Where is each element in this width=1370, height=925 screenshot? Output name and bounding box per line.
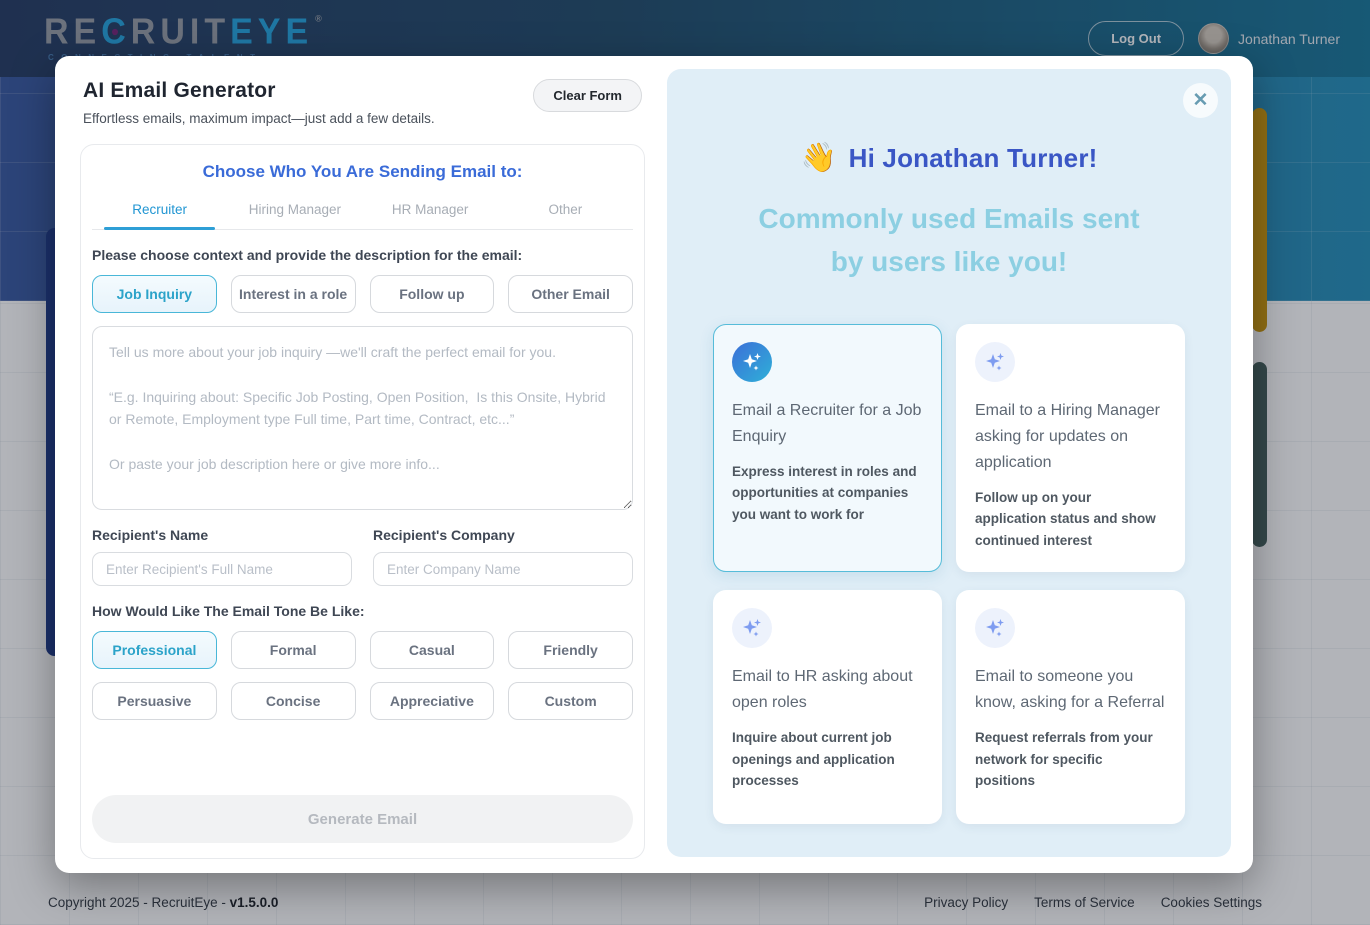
recipient-company-input[interactable] (373, 552, 633, 586)
tone-persuasive-button[interactable]: Persuasive (92, 682, 217, 720)
suggestion-title: Email to someone you know, asking for a … (975, 664, 1166, 716)
tone-custom-button[interactable]: Custom (508, 682, 633, 720)
suggestion-card-hr-open-roles[interactable]: Email to HR asking about open roles Inqu… (713, 590, 942, 824)
tone-options-row-1: Professional Formal Casual Friendly (92, 631, 633, 669)
ai-email-generator-modal: AI Email Generator Effortless emails, ma… (55, 56, 1253, 873)
recipient-fields: Recipient's Name Recipient's Company (92, 527, 633, 586)
suggestion-cards: Email a Recruiter for a Job Enquiry Expr… (713, 324, 1185, 825)
suggestion-description: Follow up on your application status and… (975, 487, 1166, 552)
recipient-name-label: Recipient's Name (92, 527, 352, 543)
tone-casual-button[interactable]: Casual (370, 631, 495, 669)
email-form-card: Choose Who You Are Sending Email to: Rec… (80, 144, 645, 859)
context-interest-in-role-button[interactable]: Interest in a role (231, 275, 356, 313)
tone-concise-button[interactable]: Concise (231, 682, 356, 720)
recruiteye-app: RECRUITEYE® CONNECTING TALENT Log Out Jo… (0, 0, 1370, 925)
tone-professional-button[interactable]: Professional (92, 631, 217, 669)
modal-title: AI Email Generator (83, 79, 435, 103)
audience-title: Choose Who You Are Sending Email to: (92, 162, 633, 182)
suggestion-description: Express interest in roles and opportunit… (732, 461, 923, 526)
tone-options-row-2: Persuasive Concise Appreciative Custom (92, 682, 633, 720)
context-job-inquiry-button[interactable]: Job Inquiry (92, 275, 217, 313)
tone-friendly-button[interactable]: Friendly (508, 631, 633, 669)
clear-form-button[interactable]: Clear Form (533, 79, 642, 112)
greeting-row: 👋 Hi Jonathan Turner! (667, 141, 1231, 175)
form-header: AI Email Generator Effortless emails, ma… (80, 79, 645, 126)
context-label: Please choose context and provide the de… (92, 247, 633, 263)
suggestion-card-recruiter-enquiry[interactable]: Email a Recruiter for a Job Enquiry Expr… (713, 324, 942, 573)
sparkles-icon (975, 342, 1015, 382)
suggestion-card-hiring-manager-update[interactable]: Email to a Hiring Manager asking for upd… (956, 324, 1185, 573)
recipient-company-label: Recipient's Company (373, 527, 633, 543)
tab-recruiter[interactable]: Recruiter (92, 194, 227, 229)
suggestion-title: Email to HR asking about open roles (732, 664, 923, 716)
audience-tabs: Recruiter Hiring Manager HR Manager Othe… (92, 194, 633, 230)
sparkles-icon (975, 608, 1015, 648)
tone-label: How Would Like The Email Tone Be Like: (92, 603, 633, 619)
modal-subtitle: Effortless emails, maximum impact—just a… (83, 111, 435, 126)
suggestion-description: Inquire about current job openings and a… (732, 727, 923, 792)
greeting-text: Hi Jonathan Turner! (849, 143, 1098, 174)
suggestion-title: Email a Recruiter for a Job Enquiry (732, 398, 923, 450)
email-description-textarea[interactable] (92, 326, 633, 510)
suggestion-card-referral[interactable]: Email to someone you know, asking for a … (956, 590, 1185, 824)
tone-formal-button[interactable]: Formal (231, 631, 356, 669)
recipient-name-input[interactable] (92, 552, 352, 586)
tab-other[interactable]: Other (498, 194, 633, 229)
suggestion-description: Request referrals from your network for … (975, 727, 1166, 792)
suggestions-heading: Commonly used Emails sent by users like … (754, 197, 1144, 284)
email-form-section: AI Email Generator Effortless emails, ma… (55, 56, 667, 873)
suggestions-panel: ✕ 👋 Hi Jonathan Turner! Commonly used Em… (667, 69, 1231, 857)
context-follow-up-button[interactable]: Follow up (370, 275, 495, 313)
generate-email-button[interactable]: Generate Email (92, 795, 633, 843)
tab-hr-manager[interactable]: HR Manager (363, 194, 498, 229)
tab-hiring-manager[interactable]: Hiring Manager (227, 194, 362, 229)
context-other-email-button[interactable]: Other Email (508, 275, 633, 313)
suggestion-title: Email to a Hiring Manager asking for upd… (975, 398, 1166, 476)
context-options: Job Inquiry Interest in a role Follow up… (92, 275, 633, 313)
sparkles-icon (732, 608, 772, 648)
sparkles-icon (732, 342, 772, 382)
tone-appreciative-button[interactable]: Appreciative (370, 682, 495, 720)
close-icon[interactable]: ✕ (1183, 83, 1218, 118)
waving-hand-icon: 👋 (801, 141, 837, 175)
